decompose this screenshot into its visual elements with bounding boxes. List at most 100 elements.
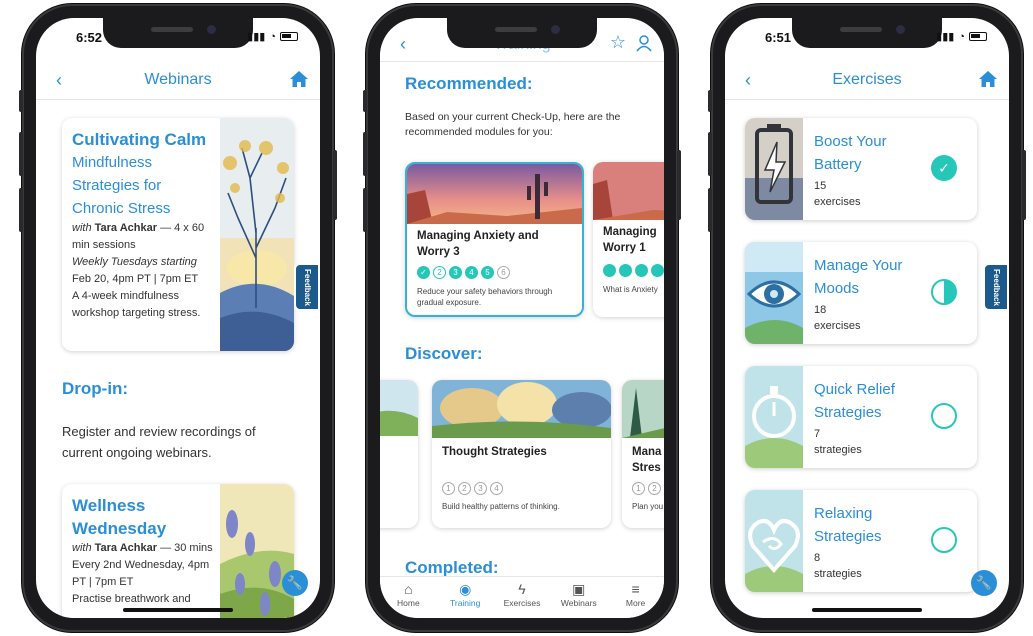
volume-down-button: [363, 188, 367, 232]
mute-switch: [363, 90, 367, 112]
feedback-tab[interactable]: Feedback: [294, 263, 320, 311]
discover-card[interactable]: [380, 380, 418, 528]
exercise-count: 15: [814, 180, 827, 192]
feedback-tab[interactable]: Feedback: [983, 263, 1009, 311]
step-pending: 3: [474, 482, 487, 495]
status-time: 6:51: [765, 30, 792, 45]
webinar-card[interactable]: Cultivating Calm Mindfulness Strategies …: [62, 118, 294, 351]
schedule: Weekly Tuesdays starting: [72, 256, 197, 268]
discover-title: Discover:: [405, 344, 483, 363]
page-title: Exercises: [832, 71, 902, 88]
tab-bar: ⌂ Home ◉ Training ϟ Exercises ▣ Webinars ≡ Mo…: [380, 576, 664, 618]
step-complete: [651, 264, 664, 277]
home-icon[interactable]: [290, 71, 308, 87]
module-description: What is Anxiety: [603, 285, 658, 294]
star-icon[interactable]: ☆: [610, 32, 626, 53]
battery-icon: [969, 32, 987, 41]
step-complete: [603, 264, 616, 277]
profile-icon[interactable]: [636, 35, 652, 52]
page-title: Webinars: [144, 71, 212, 88]
tab-exercises[interactable]: ϟ Exercises: [494, 577, 551, 618]
phone-webinars: 6:52 ▮▮▮ ◔ ‹ Webinars Cultivating Calm M…: [19, 4, 337, 632]
completed-title: Completed:: [405, 558, 499, 577]
exercise-count: 18: [814, 304, 827, 316]
wellness-description: Practise breathwork and: [72, 593, 191, 605]
exercise-card[interactable]: Quick Relief Strategies 7 strategies: [745, 366, 977, 468]
wrench-icon[interactable]: 🔧: [971, 570, 997, 596]
exercise-card[interactable]: Manage Your Moods 18 exercises: [745, 242, 977, 344]
tab-webinars[interactable]: ▣ Webinars: [550, 577, 607, 618]
volume-up-button: [363, 132, 367, 176]
step-current: 2: [433, 266, 446, 279]
exercise-unit: exercises: [814, 196, 861, 208]
notch: [103, 18, 253, 48]
module-progress: ✓ 2 3 4 5 6: [417, 266, 510, 279]
home-indicator: [123, 608, 233, 612]
tab-home[interactable]: ⌂ Home: [380, 577, 437, 618]
step-complete: 3: [449, 266, 462, 279]
desert-illustration: [593, 162, 664, 220]
webinar-host-line: with Tara Achkar — 4 x 60 min sessions: [72, 220, 217, 254]
module-card[interactable]: Managing Anxiety and Worry 3 ✓ 2 3 4 5 6…: [405, 162, 584, 317]
discover-description: Build healthy patterns of thinking.: [442, 502, 560, 511]
notch: [447, 18, 597, 48]
with-label: with: [72, 222, 92, 234]
home-icon[interactable]: [979, 71, 997, 87]
wellness-title-line: Wellness: [72, 496, 146, 515]
wifi-icon: ◔: [269, 30, 276, 43]
webinar-subtitle-line: Chronic Stress: [72, 200, 171, 217]
volume-down-button: [708, 188, 712, 232]
exercise-card[interactable]: Boost Your Battery 15 exercises ✓: [745, 118, 977, 220]
wellness-title-line: Wednesday: [72, 519, 167, 538]
tab-more[interactable]: ≡ More: [607, 577, 664, 618]
forest-illustration: [622, 380, 664, 438]
wifi-icon: ◔: [958, 30, 965, 43]
dropin-text: Register and review recordings of curren…: [62, 424, 256, 460]
webinar-subtitle-line: Strategies for: [72, 177, 162, 194]
power-button: [677, 150, 681, 220]
step-complete: 4: [465, 266, 478, 279]
landscape-illustration: [380, 380, 418, 436]
signal-icon: ▮▮▮: [247, 31, 266, 43]
status-time: 6:52: [76, 30, 103, 45]
step-pending: 4: [490, 482, 503, 495]
wrench-icon[interactable]: 🔧: [282, 570, 308, 596]
discover-card[interactable]: Thought Strategies 1 2 3 4 Build healthy…: [432, 380, 611, 528]
clouds-illustration: [432, 380, 611, 438]
wellness-text: Wellness Wednesday with Tara Achkar — 30…: [72, 494, 217, 608]
host-name: Tara Achkar: [94, 222, 157, 234]
phone-exercises: 6:51 ▮▮▮ ◔ ‹ Exercises Boost Your Batter…: [708, 4, 1026, 632]
tab-training[interactable]: ◉ Training: [437, 577, 494, 618]
exercise-card[interactable]: Relaxing Strategies 8 strategies: [745, 490, 977, 592]
lightning-icon: ϟ: [518, 581, 526, 597]
discover-title-text: Mana Stres: [632, 446, 662, 474]
exercise-count: 7: [814, 428, 821, 440]
step-pending: 2: [458, 482, 471, 495]
discover-progress: 1 2 3 4: [442, 482, 503, 495]
menu-icon: ≡: [631, 581, 640, 597]
exercise-unit: strategies: [814, 444, 862, 456]
step-complete: 5: [481, 266, 494, 279]
recommended-title: Recommended:: [405, 74, 533, 93]
module-card[interactable]: Managing Worry 1 What is Anxiety: [593, 162, 664, 317]
stopwatch-illustration: [745, 366, 803, 468]
exercise-count: 8: [814, 552, 821, 564]
discover-progress: 1 2: [632, 482, 661, 495]
eye-illustration: [745, 242, 803, 344]
screen: ‹ Training ☆ Recommended: Based on your …: [380, 18, 664, 618]
power-button: [333, 150, 337, 220]
module-description: Reduce your safety behaviors through gra…: [417, 287, 553, 307]
discover-description: Plan you: [632, 502, 664, 511]
status-icons: ▮▮▮ ◔: [247, 30, 298, 43]
wellness-card[interactable]: Wellness Wednesday with Tara Achkar — 30…: [62, 484, 294, 618]
mute-switch: [19, 90, 23, 112]
discover-card[interactable]: Mana Stres 1 2 Plan you: [622, 380, 664, 528]
step-complete: ✓: [417, 266, 430, 279]
exercise-title: Manage Your Moods: [814, 257, 903, 297]
signal-icon: ▮▮▮: [936, 31, 955, 43]
wellness-host-line: with Tara Achkar — 30 mins: [72, 542, 213, 554]
step-complete: [619, 264, 632, 277]
dates: Feb 20, 4pm PT | 7pm ET: [72, 273, 199, 285]
video-icon: ▣: [572, 581, 586, 597]
webinar-subtitle-line: Mindfulness: [72, 154, 153, 171]
